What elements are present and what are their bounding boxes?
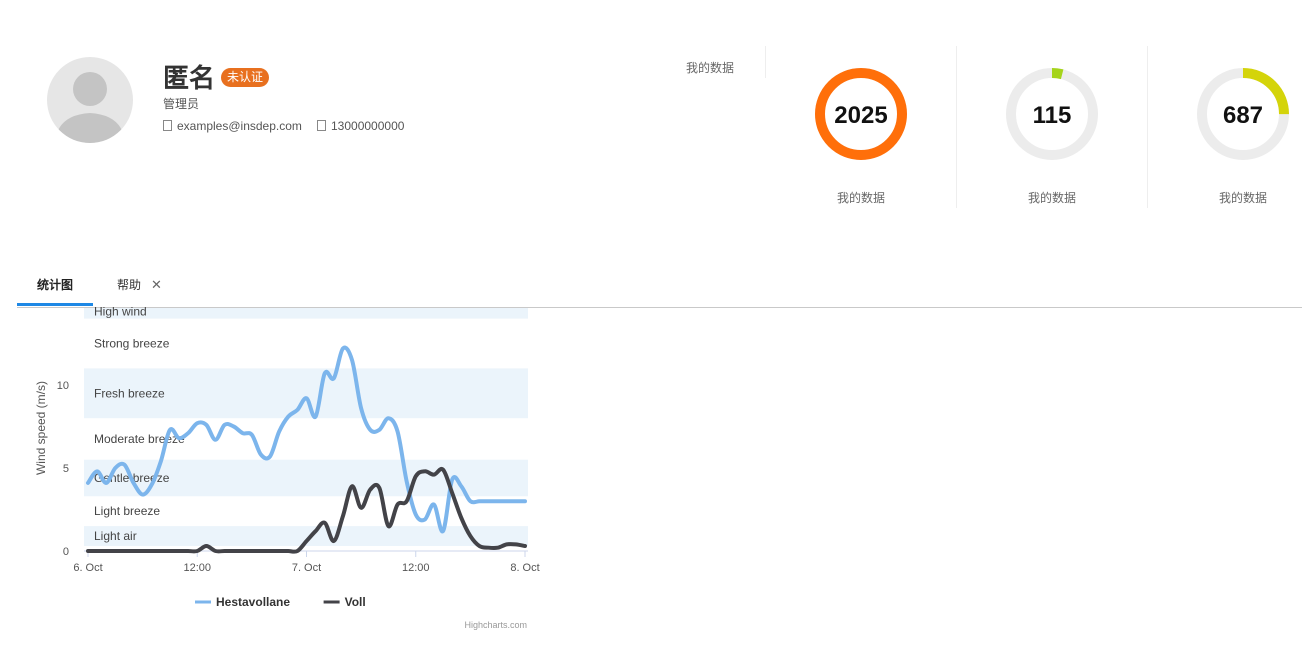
band-label: Fresh breeze xyxy=(94,386,165,400)
band-label: Moderate breeze xyxy=(94,432,185,446)
divider xyxy=(1147,46,1148,208)
divider xyxy=(956,46,957,208)
mail-icon xyxy=(163,120,172,131)
avatar[interactable] xyxy=(47,57,133,143)
x-tick-label: 6. Oct xyxy=(73,562,102,574)
unverified-badge: 未认证 xyxy=(221,68,270,87)
email-contact: examples@insdep.com xyxy=(163,119,302,133)
y-tick-label: 10 xyxy=(57,380,69,392)
phone-contact: 13000000000 xyxy=(317,119,404,133)
stat-value: 2025 xyxy=(834,102,887,129)
band-label: Light air xyxy=(94,529,137,543)
legend-item: Hestavollane xyxy=(216,595,290,609)
band-label: High wind xyxy=(94,305,147,319)
stat-donut: 115 xyxy=(1004,66,1100,162)
stat-value: 115 xyxy=(1033,102,1072,129)
y-tick-label: 0 xyxy=(63,546,69,558)
plot-band xyxy=(84,308,528,319)
phone-icon xyxy=(317,120,326,131)
phone-text: 13000000000 xyxy=(331,119,405,133)
my-data-header: 我的数据 xyxy=(686,61,735,75)
email-text: examples@insdep.com xyxy=(177,119,302,133)
stat-donut: 687 xyxy=(1195,66,1291,162)
user-name: 匿名 xyxy=(163,63,216,93)
x-tick-label: 12:00 xyxy=(402,562,430,574)
wind-speed-chart: Light airLight breezeGentle breezeModera… xyxy=(34,305,540,630)
stat-donut: 2025 xyxy=(813,66,909,162)
user-role: 管理员 xyxy=(163,97,200,111)
chart-credit: Highcharts.com xyxy=(464,620,527,630)
y-tick-label: 5 xyxy=(63,463,69,475)
band-label: Strong breeze xyxy=(94,337,170,351)
legend-item: Voll xyxy=(345,595,366,609)
stat-value: 687 xyxy=(1223,102,1263,129)
x-tick-label: 7. Oct xyxy=(292,562,321,574)
stat-caption: 我的数据 xyxy=(1027,191,1076,205)
stat-caption: 我的数据 xyxy=(1218,191,1267,205)
y-axis-title: Wind speed (m/s) xyxy=(34,381,48,475)
user-silhouette-icon xyxy=(55,72,125,143)
x-tick-label: 8. Oct xyxy=(510,562,539,574)
divider xyxy=(765,46,766,78)
stat-caption: 我的数据 xyxy=(836,191,885,205)
band-label: Light breeze xyxy=(94,504,160,518)
x-tick-label: 12:00 xyxy=(183,562,211,574)
